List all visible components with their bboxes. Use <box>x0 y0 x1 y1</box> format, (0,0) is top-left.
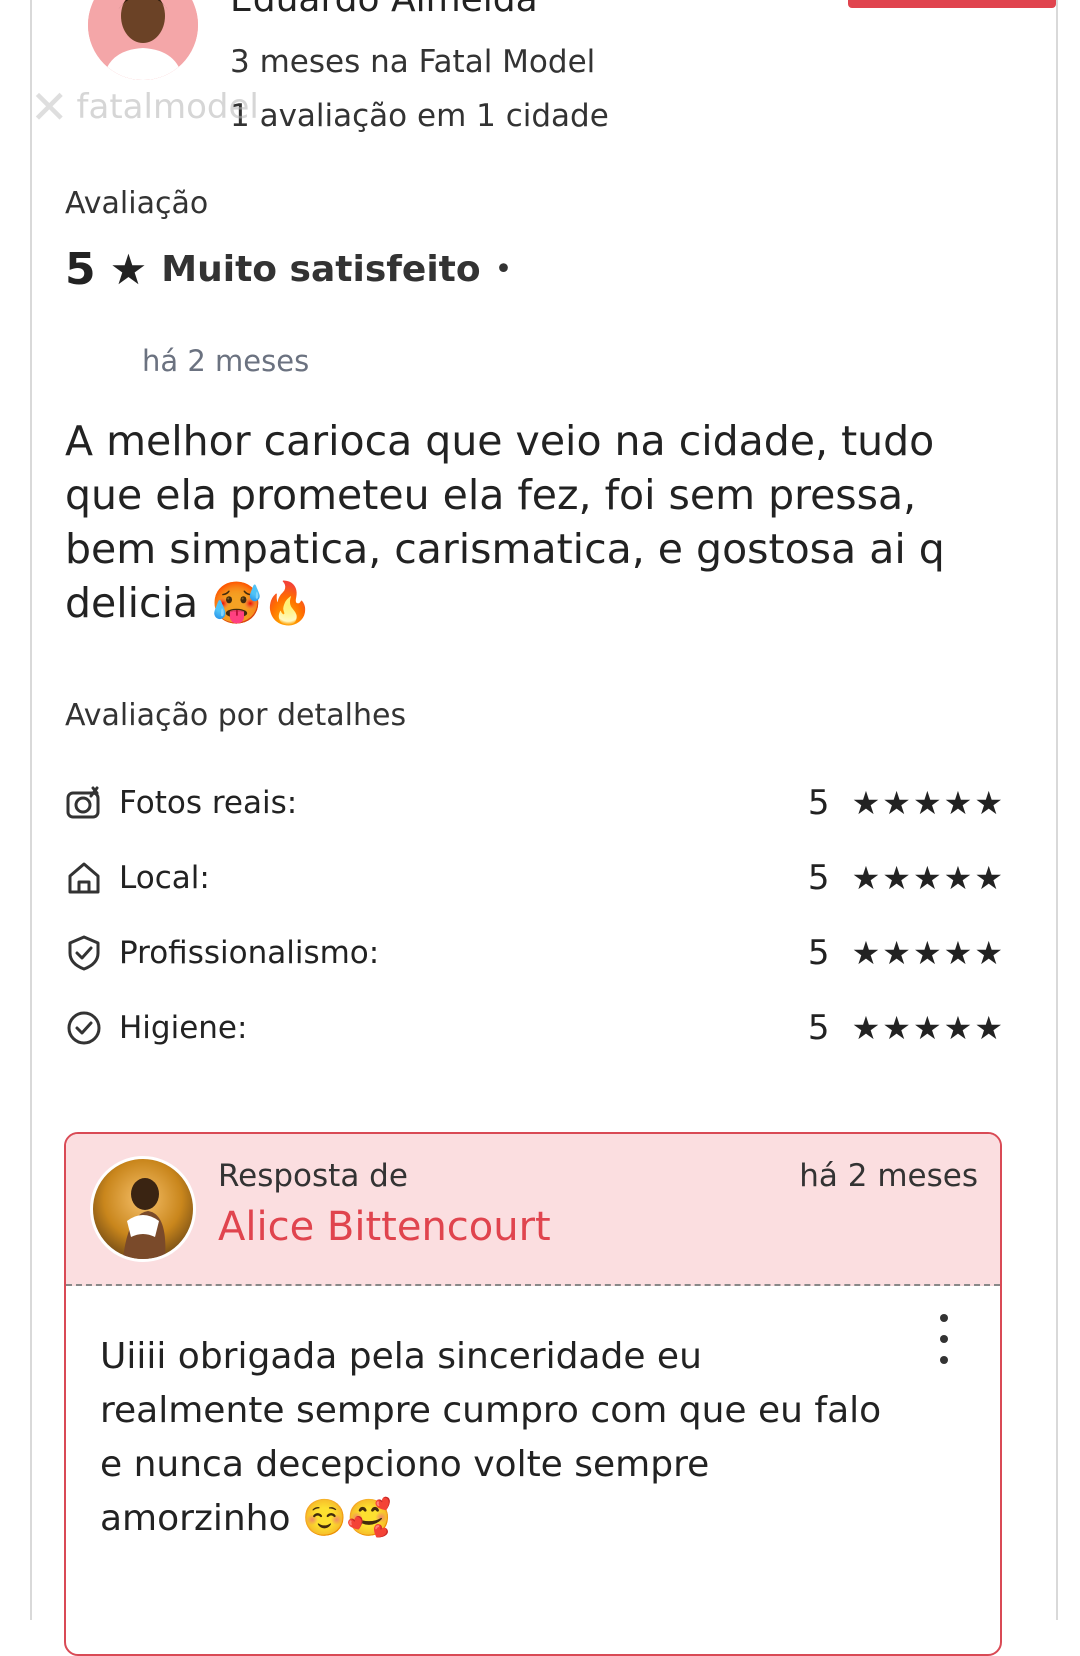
reply-header: Resposta de Alice Bittencourt há 2 meses <box>66 1134 1000 1286</box>
check-circle-icon <box>65 1009 103 1047</box>
top-action-button[interactable] <box>848 0 1056 8</box>
detail-score: 5 <box>807 858 830 898</box>
reply-text: Uiiii obrigada pela sinceridade eu realm… <box>100 1336 882 1539</box>
star-icon: ★ <box>109 245 148 294</box>
detail-stars: ★★★★★ <box>851 1009 1005 1047</box>
detail-label: Higiene: <box>119 1010 248 1046</box>
detail-label: Profissionalismo: <box>119 935 380 971</box>
detail-label: Local: <box>119 860 210 896</box>
detail-row-higiene: Higiene: 5 ★★★★★ <box>65 1003 1005 1053</box>
reply-box: Resposta de Alice Bittencourt há 2 meses… <box>64 1132 1002 1656</box>
detail-row-profissionalismo: Profissionalismo: 5 ★★★★★ <box>65 928 1005 978</box>
detail-score: 5 <box>807 933 830 973</box>
review-time-ago: há 2 meses <box>142 344 310 378</box>
reply-author-avatar[interactable] <box>90 1156 196 1262</box>
rating-score: 5 <box>65 244 96 295</box>
detail-label: Fotos reais: <box>119 785 298 821</box>
camera-icon <box>65 784 103 822</box>
reply-author-name[interactable]: Alice Bittencourt <box>218 1204 551 1250</box>
rating-separator: • <box>494 252 513 287</box>
home-icon <box>65 859 103 897</box>
detail-row-local: Local: 5 ★★★★★ <box>65 853 1005 903</box>
rating-sentiment: Muito satisfeito <box>161 249 481 290</box>
detail-score: 5 <box>807 1008 830 1048</box>
more-options-icon[interactable] <box>932 1314 956 1364</box>
reviewer-reviews-count: 1 avaliação em 1 cidade <box>230 98 609 134</box>
rating-label: Avaliação <box>65 186 209 221</box>
reply-time-ago: há 2 meses <box>799 1158 978 1194</box>
reviewer-name[interactable]: Eduardo Almeida <box>230 0 538 22</box>
detail-stars: ★★★★★ <box>851 784 1005 822</box>
reply-from-label: Resposta de <box>218 1158 408 1194</box>
reviewer-tenure: 3 meses na Fatal Model <box>230 44 596 80</box>
details-title: Avaliação por detalhes <box>65 698 407 733</box>
detail-stars: ★★★★★ <box>851 934 1005 972</box>
detail-score: 5 <box>807 783 830 823</box>
detail-stars: ★★★★★ <box>851 859 1005 897</box>
detail-row-fotos-reais: Fotos reais: 5 ★★★★★ <box>65 778 1005 828</box>
overall-rating: 5 ★ Muito satisfeito • <box>65 244 512 295</box>
shield-check-icon <box>65 934 103 972</box>
review-text: A melhor carioca que veio na cidade, tud… <box>65 417 945 627</box>
